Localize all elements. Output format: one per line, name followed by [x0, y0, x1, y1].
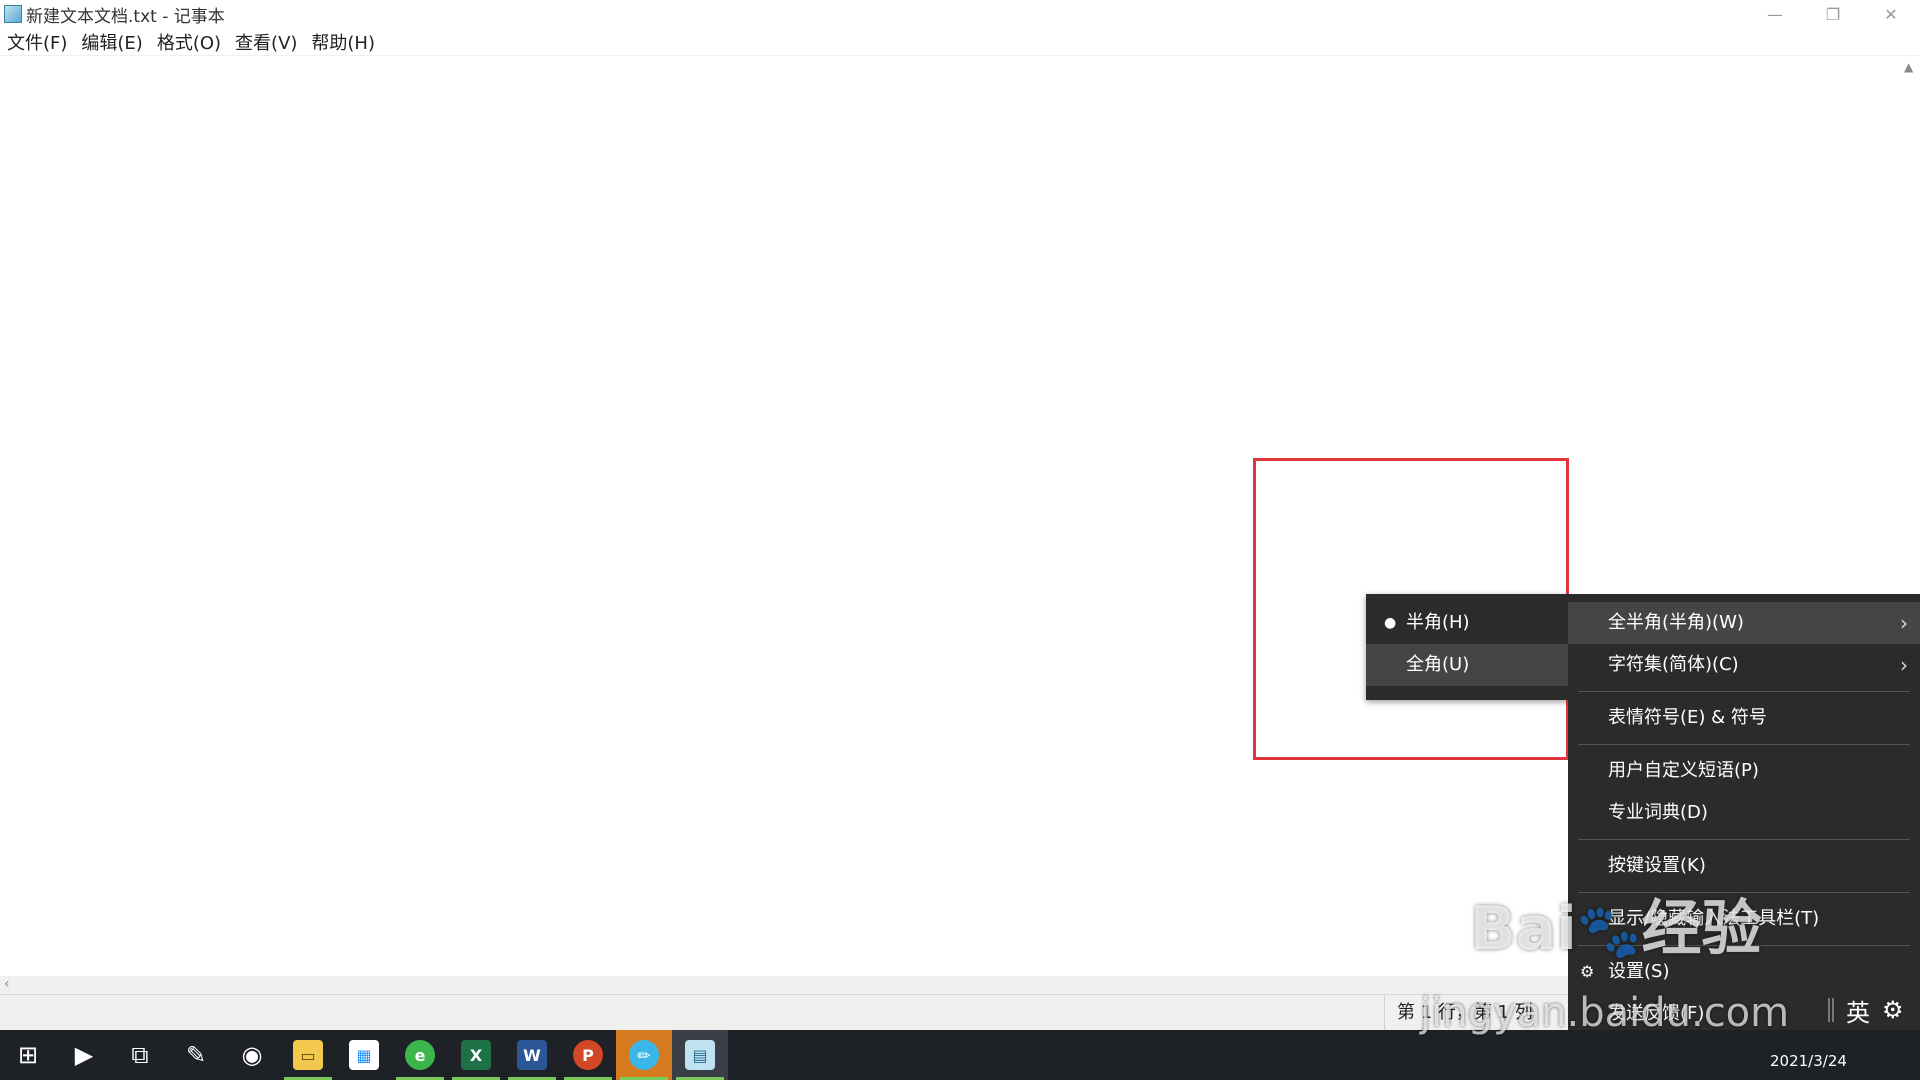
- selected-bullet-icon: ●: [1384, 615, 1397, 631]
- menu-item-charset[interactable]: 字符集(简体)(C) ›: [1568, 644, 1920, 686]
- menu-view[interactable]: 查看(V): [228, 29, 304, 55]
- menu-separator: [1578, 839, 1910, 840]
- close-button[interactable]: ✕: [1862, 0, 1920, 28]
- windows-start-icon[interactable]: ⊞: [0, 1030, 56, 1080]
- width-submenu: ● 半角(H) 全角(U): [1366, 594, 1568, 700]
- file-explorer-icon[interactable]: ▭: [280, 1030, 336, 1080]
- menu-item-width-mode[interactable]: 全半角(半角)(W) ›: [1568, 602, 1920, 644]
- window-title: 新建文本文档.txt - 记事本: [26, 6, 225, 27]
- menu-item-label: 全半角(半角)(W): [1608, 612, 1744, 633]
- title-bar: 新建文本文档.txt - 记事本 — ❐ ✕: [0, 0, 1920, 28]
- chevron-right-icon: ›: [1900, 653, 1908, 677]
- submenu-item-label: 半角(H): [1406, 612, 1470, 633]
- pencil-app-icon[interactable]: ✏: [616, 1030, 672, 1080]
- clock-date[interactable]: 2021/3/24: [1770, 1052, 1847, 1070]
- menu-item-settings[interactable]: ⚙ 设置(S): [1568, 951, 1920, 993]
- submenu-item-half-width[interactable]: ● 半角(H): [1366, 602, 1568, 644]
- store-icon[interactable]: ▦: [336, 1030, 392, 1080]
- scroll-up-icon[interactable]: ▲: [1904, 60, 1913, 74]
- menu-help[interactable]: 帮助(H): [304, 29, 382, 55]
- drag-handle-icon[interactable]: [1828, 998, 1834, 1022]
- menu-separator: [1578, 945, 1910, 946]
- chevron-right-icon: ›: [1900, 611, 1908, 635]
- menu-separator: [1578, 744, 1910, 745]
- menu-bar: 文件(F) 编辑(E) 格式(O) 查看(V) 帮助(H): [0, 28, 1920, 56]
- notepad-icon: [4, 5, 22, 23]
- powerpoint-icon[interactable]: P: [560, 1030, 616, 1080]
- menu-item-key-settings[interactable]: 按键设置(K): [1568, 845, 1920, 887]
- menu-item-label: 字符集(简体)(C): [1608, 654, 1739, 675]
- menu-item-label: 显示/隐藏输入法工具栏(T): [1608, 908, 1820, 929]
- taskbar: ⊞ ▶ ⧉ ✎ ◉ ▭ ▦ e X W P ✏ ▤: [0, 1030, 1920, 1080]
- notepad-taskbar-icon[interactable]: ▤: [672, 1030, 728, 1080]
- edge-browser-icon[interactable]: ◉: [224, 1030, 280, 1080]
- menu-item-custom-phrases[interactable]: 用户自定义短语(P): [1568, 750, 1920, 792]
- menu-separator: [1578, 892, 1910, 893]
- browser-icon[interactable]: e: [392, 1030, 448, 1080]
- menu-item-label: 设置(S): [1608, 961, 1670, 982]
- cursor-position: 第 1 行，第 1 列: [1384, 995, 1533, 1031]
- media-player-icon[interactable]: ▶: [56, 1030, 112, 1080]
- menu-item-label: 用户自定义短语(P): [1608, 760, 1759, 781]
- menu-edit[interactable]: 编辑(E): [74, 29, 149, 55]
- menu-item-dictionary[interactable]: 专业词典(D): [1568, 792, 1920, 834]
- menu-item-toggle-toolbar[interactable]: 显示/隐藏输入法工具栏(T): [1568, 898, 1920, 940]
- task-view-icon[interactable]: ⧉: [112, 1030, 168, 1080]
- menu-separator: [1578, 691, 1910, 692]
- gear-icon[interactable]: ⚙: [1882, 996, 1904, 1024]
- menu-item-label: 发送反馈(F): [1608, 1003, 1705, 1024]
- excel-icon[interactable]: X: [448, 1030, 504, 1080]
- menu-item-label: 按键设置(K): [1608, 855, 1706, 876]
- minimize-button[interactable]: —: [1746, 0, 1804, 28]
- menu-format[interactable]: 格式(O): [150, 29, 228, 55]
- scroll-left-icon[interactable]: ‹: [4, 976, 10, 992]
- ime-language-toggle[interactable]: 英: [1846, 993, 1870, 1028]
- ime-toolbar[interactable]: 英 ⚙: [1822, 988, 1920, 1032]
- restore-button[interactable]: ❐: [1804, 0, 1862, 28]
- submenu-item-full-width[interactable]: 全角(U): [1366, 644, 1568, 686]
- gear-icon: ⚙: [1580, 962, 1595, 981]
- menu-item-label: 专业词典(D): [1608, 802, 1708, 823]
- submenu-item-label: 全角(U): [1406, 654, 1470, 675]
- menu-item-emoji[interactable]: 表情符号(E) & 符号: [1568, 697, 1920, 739]
- menu-file[interactable]: 文件(F): [0, 29, 74, 55]
- menu-item-label: 表情符号(E) & 符号: [1608, 707, 1767, 728]
- word-icon[interactable]: W: [504, 1030, 560, 1080]
- pen-icon[interactable]: ✎: [168, 1030, 224, 1080]
